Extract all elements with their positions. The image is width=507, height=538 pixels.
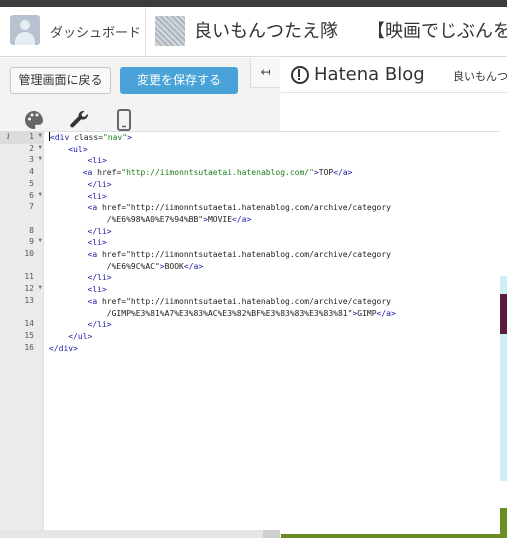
code-line[interactable]: <a href="http://iimonntsutaetai.hatenabl… bbox=[49, 296, 391, 308]
avatar-head-shape bbox=[20, 20, 30, 30]
line-number: 14 bbox=[24, 319, 34, 329]
line-number: 10 bbox=[24, 249, 34, 258]
back-to-admin-button[interactable]: 管理画面に戻る bbox=[10, 67, 111, 94]
gutter-row: 5 bbox=[0, 179, 44, 191]
gutter-row: 9 ▼ bbox=[0, 237, 44, 249]
hatena-brand: Hatena Blog bbox=[314, 64, 425, 85]
gutter-row: 10 bbox=[0, 249, 44, 261]
code-line[interactable]: <li> bbox=[49, 237, 107, 249]
code-line[interactable]: </li> bbox=[49, 272, 112, 284]
header-divider bbox=[145, 7, 146, 57]
line-number: 7 bbox=[29, 202, 34, 212]
gutter-row: 3 ▼ bbox=[0, 155, 44, 167]
line-gutter: i 1 ▼ 2 ▼ 3 ▼ 4 5 6 ▼ 7 8 9 ▼ 10 11 12 ▼ 13 14 15 16 bbox=[0, 132, 44, 532]
fold-toggle-icon[interactable]: ▼ bbox=[38, 132, 42, 139]
browser-top-strip bbox=[0, 0, 507, 7]
gutter-row bbox=[0, 308, 44, 320]
code-line[interactable]: <a href="http://iimonntsutaetai.hatenabl… bbox=[49, 167, 353, 179]
gutter-row: 15 bbox=[0, 331, 44, 343]
gutter-row: i 1 ▼ bbox=[0, 132, 44, 144]
horizontal-scrollbar[interactable] bbox=[0, 530, 280, 538]
code-line[interactable]: </div> bbox=[49, 343, 78, 355]
line-number: 13 bbox=[24, 295, 34, 305]
avatar-body-shape bbox=[15, 32, 35, 45]
fold-toggle-icon[interactable]: ▼ bbox=[38, 144, 42, 151]
line-number: 6 bbox=[29, 190, 34, 200]
gutter-row: 8 bbox=[0, 226, 44, 238]
blog-title[interactable]: 良いもんつたえ隊 bbox=[194, 17, 338, 43]
gutter-row: 13 bbox=[0, 296, 44, 308]
save-changes-button[interactable]: 変更を保存する bbox=[120, 67, 238, 94]
gutter-row: 7 bbox=[0, 202, 44, 214]
code-line[interactable]: /%E6%98%A0%E7%94%BB">MOVIE</a> bbox=[49, 214, 252, 226]
fold-toggle-icon[interactable]: ▼ bbox=[38, 284, 42, 291]
collapse-panel-button[interactable]: ↤ bbox=[250, 58, 280, 88]
code-editor[interactable]: i 1 ▼ 2 ▼ 3 ▼ 4 5 6 ▼ 7 8 9 ▼ 10 11 12 ▼ 13 14 15 16 <div clas… bbox=[0, 131, 500, 532]
preview-content-sliver bbox=[500, 276, 507, 481]
code-line[interactable]: /GIMP%E3%81%A7%E3%83%AC%E3%82%BF%E3%83%8… bbox=[49, 308, 396, 320]
line-number: 4 bbox=[29, 167, 34, 177]
wrench-icon[interactable] bbox=[67, 108, 91, 132]
user-avatar[interactable] bbox=[10, 15, 40, 45]
scrollbar-thumb[interactable] bbox=[263, 530, 280, 538]
preview-green-strip bbox=[281, 534, 507, 538]
code-line[interactable]: <li> bbox=[49, 284, 107, 296]
line-number: 1 bbox=[29, 132, 34, 141]
palette-icon[interactable] bbox=[22, 108, 46, 132]
code-line[interactable]: <li> bbox=[49, 191, 107, 203]
line-number: 16 bbox=[24, 342, 34, 352]
info-marker-icon[interactable]: i bbox=[7, 132, 10, 141]
gutter-row: 11 bbox=[0, 272, 44, 284]
code-line[interactable]: <div class="nav"> bbox=[49, 132, 132, 144]
fold-toggle-icon[interactable]: ▼ bbox=[38, 155, 42, 162]
gutter-row: 12 ▼ bbox=[0, 284, 44, 296]
gutter-row: 4 bbox=[0, 167, 44, 179]
post-title: 【映画でじぶんを変 bbox=[367, 21, 507, 42]
fold-toggle-icon[interactable]: ▼ bbox=[38, 237, 42, 244]
mobile-icon[interactable] bbox=[112, 108, 136, 132]
line-number: 5 bbox=[29, 178, 34, 188]
line-number: 9 bbox=[29, 237, 34, 247]
line-number: 12 bbox=[24, 284, 34, 294]
preview-image-sliver bbox=[500, 294, 507, 334]
line-number: 3 bbox=[29, 155, 34, 165]
gutter-row bbox=[0, 214, 44, 226]
code-line[interactable]: </ul> bbox=[49, 331, 92, 343]
code-line[interactable]: </li> bbox=[49, 179, 112, 191]
blog-icon[interactable] bbox=[155, 16, 185, 46]
code-line[interactable]: </li> bbox=[49, 319, 112, 331]
gutter-row: 16 bbox=[0, 343, 44, 355]
collapse-arrow-icon: ↤ bbox=[260, 65, 271, 79]
code-line[interactable]: <a href="http://iimonntsutaetai.hatenabl… bbox=[49, 202, 391, 214]
line-number: 8 bbox=[29, 225, 34, 235]
line-number: 11 bbox=[24, 272, 34, 282]
code-line[interactable]: <li> bbox=[49, 155, 107, 167]
gutter-row: 14 bbox=[0, 319, 44, 331]
code-line[interactable]: <ul> bbox=[49, 144, 87, 156]
fold-toggle-icon[interactable]: ▼ bbox=[38, 191, 42, 198]
preview-header: Hatena Blog 良いもんつ bbox=[281, 58, 507, 93]
line-number: 2 bbox=[29, 143, 34, 153]
code-line[interactable]: /%E6%9C%AC">BOOK</a> bbox=[49, 261, 203, 273]
gutter-row bbox=[0, 261, 44, 273]
gutter-row: 2 ▼ bbox=[0, 144, 44, 156]
hatena-logo-icon bbox=[291, 66, 309, 84]
code-line[interactable]: </li> bbox=[49, 226, 112, 238]
gutter-row: 6 ▼ bbox=[0, 191, 44, 203]
app-header: ダッシュボード 良いもんつたえ隊 【映画でじぶんを変 bbox=[0, 7, 507, 57]
preview-blog-title[interactable]: 良いもんつ bbox=[453, 68, 507, 84]
dashboard-link[interactable]: ダッシュボード bbox=[50, 22, 141, 41]
line-number: 15 bbox=[24, 330, 34, 340]
code-line[interactable]: <a href="http://iimonntsutaetai.hatenabl… bbox=[49, 249, 391, 261]
